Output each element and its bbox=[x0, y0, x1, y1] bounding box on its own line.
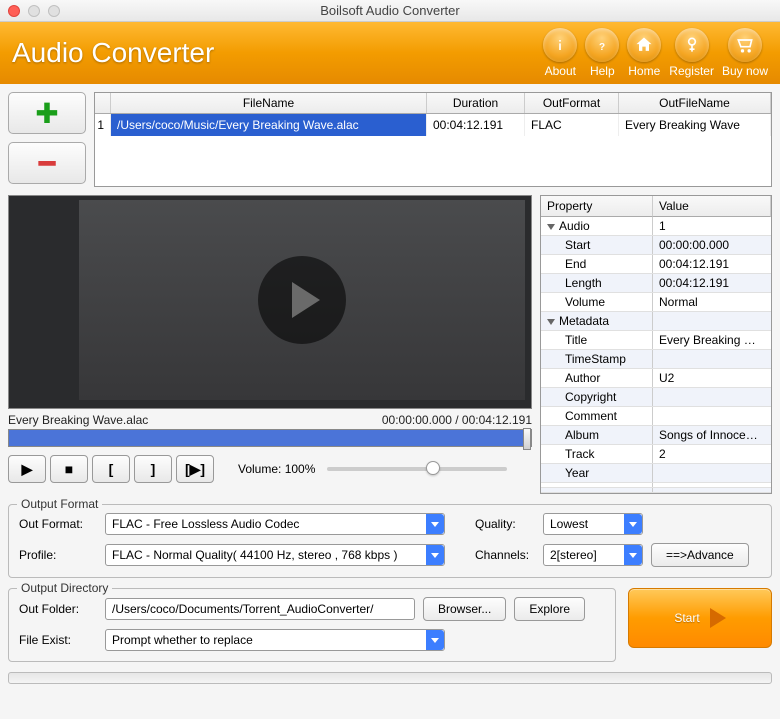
preview-time: 00:00:00.000 / 00:04:12.191 bbox=[382, 413, 532, 427]
outformat-select[interactable]: FLAC - Free Lossless Audio Codec bbox=[105, 513, 445, 535]
minimize-window-icon[interactable] bbox=[28, 5, 40, 17]
help-icon: ? bbox=[585, 28, 619, 62]
register-button[interactable]: Register bbox=[669, 28, 714, 78]
col-property[interactable]: Property bbox=[541, 196, 653, 217]
properties-panel: Property Value Audio1 Start00:00:00.000 … bbox=[540, 195, 772, 494]
window-title: Boilsoft Audio Converter bbox=[60, 3, 720, 18]
output-directory-fieldset: Output Directory Out Folder: /Users/coco… bbox=[8, 588, 616, 662]
info-icon bbox=[543, 28, 577, 62]
cell-outfilename: Every Breaking Wave bbox=[619, 114, 771, 136]
start-button[interactable]: Start bbox=[628, 588, 772, 648]
channels-select[interactable]: 2[stereo] bbox=[543, 544, 643, 566]
svg-text:?: ? bbox=[599, 42, 605, 53]
play-overlay-button[interactable] bbox=[258, 256, 346, 344]
cart-icon bbox=[728, 28, 762, 62]
quality-select[interactable]: Lowest bbox=[543, 513, 643, 535]
play-segment-button[interactable]: [▶] bbox=[176, 455, 214, 483]
file-table-header: FileName Duration OutFormat OutFileName bbox=[95, 93, 771, 114]
volume-slider[interactable] bbox=[327, 467, 507, 471]
chevron-down-icon bbox=[426, 545, 444, 565]
preview-filename: Every Breaking Wave.alac bbox=[8, 413, 148, 427]
col-outformat[interactable]: OutFormat bbox=[525, 93, 619, 113]
chevron-down-icon bbox=[547, 319, 555, 325]
col-filename[interactable]: FileName bbox=[111, 93, 427, 113]
output-format-fieldset: Output Format Out Format: FLAC - Free Lo… bbox=[8, 504, 772, 578]
mark-in-button[interactable]: [ bbox=[92, 455, 130, 483]
profile-select[interactable]: FLAC - Normal Quality( 44100 Hz, stereo … bbox=[105, 544, 445, 566]
remove-file-button[interactable]: ━ bbox=[8, 142, 86, 184]
buy-button[interactable]: Buy now bbox=[722, 28, 768, 78]
app-header: Audio Converter About ? Help Home Regist… bbox=[0, 22, 780, 84]
mark-out-button[interactable]: ] bbox=[134, 455, 172, 483]
preview-area bbox=[8, 195, 532, 409]
help-button[interactable]: ? Help bbox=[585, 28, 619, 78]
chevron-down-icon bbox=[624, 514, 642, 534]
file-exist-select[interactable]: Prompt whether to replace bbox=[105, 629, 445, 651]
seek-thumb-icon[interactable] bbox=[523, 428, 531, 450]
outfolder-input[interactable]: /Users/coco/Documents/Torrent_AudioConve… bbox=[105, 598, 415, 620]
cell-filename: /Users/coco/Music/Every Breaking Wave.al… bbox=[111, 114, 427, 136]
progress-bar bbox=[8, 672, 772, 684]
chevron-down-icon bbox=[547, 224, 555, 230]
seek-slider[interactable] bbox=[8, 429, 532, 447]
advance-button[interactable]: ==>Advance bbox=[651, 543, 749, 567]
col-outfilename[interactable]: OutFileName bbox=[619, 93, 771, 113]
close-window-icon[interactable] bbox=[8, 5, 20, 17]
table-row[interactable]: 1 /Users/coco/Music/Every Breaking Wave.… bbox=[95, 114, 771, 136]
prop-metadata-group[interactable]: Metadata bbox=[541, 312, 653, 330]
play-button[interactable]: ▶ bbox=[8, 455, 46, 483]
chevron-down-icon bbox=[426, 514, 444, 534]
about-button[interactable]: About bbox=[543, 28, 577, 78]
play-icon bbox=[710, 608, 726, 628]
cell-duration: 00:04:12.191 bbox=[427, 114, 525, 136]
browse-button[interactable]: Browser... bbox=[423, 597, 506, 621]
file-table[interactable]: FileName Duration OutFormat OutFileName … bbox=[94, 92, 772, 187]
stop-button[interactable]: ■ bbox=[50, 455, 88, 483]
home-icon bbox=[627, 28, 661, 62]
volume-label: Volume: 100% bbox=[238, 462, 315, 476]
traffic-lights bbox=[8, 5, 60, 17]
titlebar: Boilsoft Audio Converter bbox=[0, 0, 780, 22]
maximize-window-icon[interactable] bbox=[48, 5, 60, 17]
chevron-down-icon bbox=[624, 545, 642, 565]
key-icon bbox=[675, 28, 709, 62]
app-name: Audio Converter bbox=[12, 37, 543, 69]
volume-thumb-icon[interactable] bbox=[426, 461, 440, 475]
chevron-down-icon bbox=[426, 630, 444, 650]
col-duration[interactable]: Duration bbox=[427, 93, 525, 113]
cell-outformat: FLAC bbox=[525, 114, 619, 136]
col-value[interactable]: Value bbox=[653, 196, 771, 217]
add-file-button[interactable]: ✚ bbox=[8, 92, 86, 134]
home-button[interactable]: Home bbox=[627, 28, 661, 78]
explore-button[interactable]: Explore bbox=[514, 597, 585, 621]
prop-audio-group[interactable]: Audio bbox=[541, 217, 653, 235]
